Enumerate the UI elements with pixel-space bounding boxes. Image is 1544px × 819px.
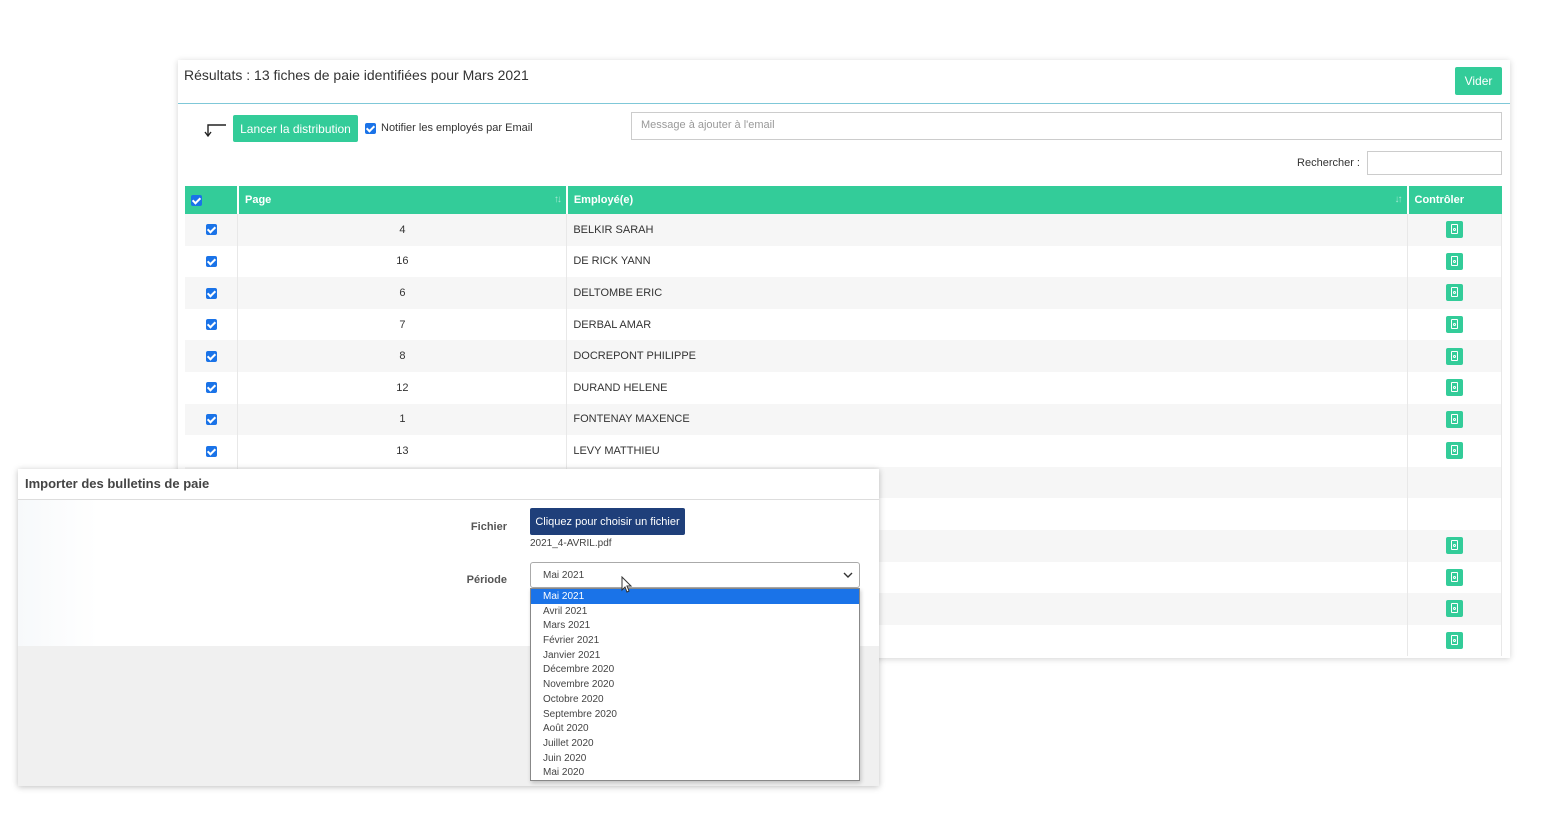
row-page: 7 — [237, 308, 568, 341]
row-page: 8 — [237, 340, 568, 372]
period-option[interactable]: Septembre 2020 — [531, 707, 859, 722]
pdf-file-icon[interactable] — [1446, 600, 1463, 618]
clear-button[interactable]: Vider — [1455, 67, 1502, 95]
period-option[interactable]: Mars 2021 — [531, 618, 859, 633]
sort-icon[interactable]: ↓↑ — [1395, 194, 1403, 205]
row-employee: DURAND HELENE — [566, 371, 1408, 404]
results-header: Résultats : 13 fiches de paie identifiée… — [178, 60, 1510, 104]
pdf-file-icon[interactable] — [1446, 442, 1463, 460]
pdf-file-icon[interactable] — [1446, 568, 1463, 586]
select-all-header — [185, 186, 239, 214]
launch-distribution-button[interactable]: Lancer la distribution — [233, 115, 358, 142]
row-employee: DELTOMBE ERIC — [566, 277, 1408, 309]
selected-file-name: 2021_4-AVRIL.pdf — [530, 538, 612, 549]
period-option[interactable]: Janvier 2021 — [531, 648, 859, 663]
column-control: Contrôler — [1407, 186, 1502, 214]
row-page: 6 — [237, 277, 568, 309]
pdf-file-icon[interactable] — [1446, 252, 1463, 270]
notify-email-label: Notifier les employés par Email — [381, 122, 533, 134]
chevron-down-icon — [843, 572, 853, 578]
pdf-file-icon[interactable] — [1446, 347, 1463, 365]
pdf-file-icon[interactable] — [1446, 632, 1463, 650]
column-employee[interactable]: Employé(e) ↓↑ — [566, 186, 1409, 214]
pdf-file-icon[interactable] — [1446, 284, 1463, 302]
search-input[interactable] — [1367, 151, 1502, 175]
row-checkbox[interactable] — [205, 255, 217, 267]
pdf-file-icon[interactable] — [1446, 410, 1463, 428]
period-label: Période — [466, 574, 507, 586]
row-employee: DOCREPONT PHILIPPE — [566, 340, 1408, 372]
table-row: 16 DE RICK YANN — [185, 245, 1502, 278]
period-option[interactable]: Juin 2020 — [531, 751, 859, 766]
period-option[interactable]: Juillet 2020 — [531, 736, 859, 751]
return-arrow-icon — [204, 124, 226, 138]
table-row: 1 FONTENAY MAXENCE — [185, 403, 1502, 436]
distribution-toolbar: Lancer la distribution Notifier les empl… — [178, 104, 1510, 184]
column-employee-label: Employé(e) — [573, 194, 634, 206]
select-all-checkbox[interactable] — [191, 194, 202, 206]
row-checkbox[interactable] — [205, 350, 217, 362]
column-control-label: Contrôler — [1414, 194, 1465, 206]
row-page: 4 — [237, 214, 568, 246]
row-employee: BELKIR SARAH — [566, 214, 1408, 246]
row-checkbox[interactable] — [205, 224, 217, 236]
file-label: Fichier — [470, 521, 507, 533]
period-option[interactable]: Décembre 2020 — [531, 662, 859, 677]
notify-email-checkbox[interactable] — [365, 122, 376, 134]
choose-file-button[interactable]: Cliquez pour choisir un fichier — [530, 508, 685, 535]
pdf-file-icon[interactable] — [1446, 221, 1463, 239]
period-select-value: Mai 2021 — [543, 570, 585, 581]
notify-email-option[interactable]: Notifier les employés par Email — [365, 122, 533, 134]
table-header-row: Page ↑↓ Employé(e) ↓↑ Contrôler — [185, 186, 1502, 214]
row-checkbox[interactable] — [205, 287, 217, 299]
row-page: 16 — [237, 245, 568, 278]
row-checkbox[interactable] — [205, 319, 217, 331]
column-page[interactable]: Page ↑↓ — [237, 186, 568, 214]
row-page: 12 — [237, 371, 568, 404]
row-checkbox[interactable] — [205, 382, 217, 394]
period-option[interactable]: Novembre 2020 — [531, 677, 859, 692]
row-page: 1 — [237, 403, 568, 436]
period-option[interactable]: Avril 2021 — [531, 604, 859, 619]
table-row: 13 LEVY MATTHIEU — [185, 435, 1502, 467]
table-row: 6 DELTOMBE ERIC — [185, 277, 1502, 309]
modal-title: Importer des bulletins de paie — [18, 469, 879, 500]
column-page-label: Page — [244, 194, 272, 206]
row-checkbox[interactable] — [205, 413, 217, 425]
table-row: 8 DOCREPONT PHILIPPE — [185, 340, 1502, 372]
results-title: Résultats : 13 fiches de paie identifiée… — [184, 67, 529, 83]
period-option[interactable]: Août 2020 — [531, 721, 859, 736]
mouse-cursor-icon — [621, 576, 633, 593]
period-dropdown-list: Mai 2021 Avril 2021 Mars 2021 Février 20… — [530, 588, 860, 781]
email-message-input[interactable]: Message à ajouter à l'email — [631, 112, 1502, 140]
row-employee: DERBAL AMAR — [566, 308, 1408, 341]
pdf-file-icon[interactable] — [1446, 379, 1463, 397]
sort-icon[interactable]: ↑↓ — [554, 194, 562, 205]
period-option[interactable]: Octobre 2020 — [531, 692, 859, 707]
table-row: 7 DERBAL AMAR — [185, 308, 1502, 341]
row-employee: LEVY MATTHIEU — [566, 435, 1408, 467]
pdf-file-icon[interactable] — [1446, 537, 1463, 555]
period-option[interactable]: Mai 2020 — [531, 765, 859, 780]
search-label: Rechercher : — [1297, 157, 1360, 169]
row-employee: DE RICK YANN — [566, 245, 1408, 278]
table-row: 4 BELKIR SARAH — [185, 214, 1502, 246]
row-page: 13 — [237, 435, 568, 467]
pdf-file-icon[interactable] — [1446, 316, 1463, 334]
period-option[interactable]: Février 2021 — [531, 633, 859, 648]
period-option[interactable]: Mai 2021 — [531, 589, 859, 604]
row-employee: FONTENAY MAXENCE — [566, 403, 1408, 436]
row-checkbox[interactable] — [205, 445, 217, 457]
period-select[interactable]: Mai 2021 — [530, 562, 860, 588]
table-row: 12 DURAND HELENE — [185, 371, 1502, 404]
